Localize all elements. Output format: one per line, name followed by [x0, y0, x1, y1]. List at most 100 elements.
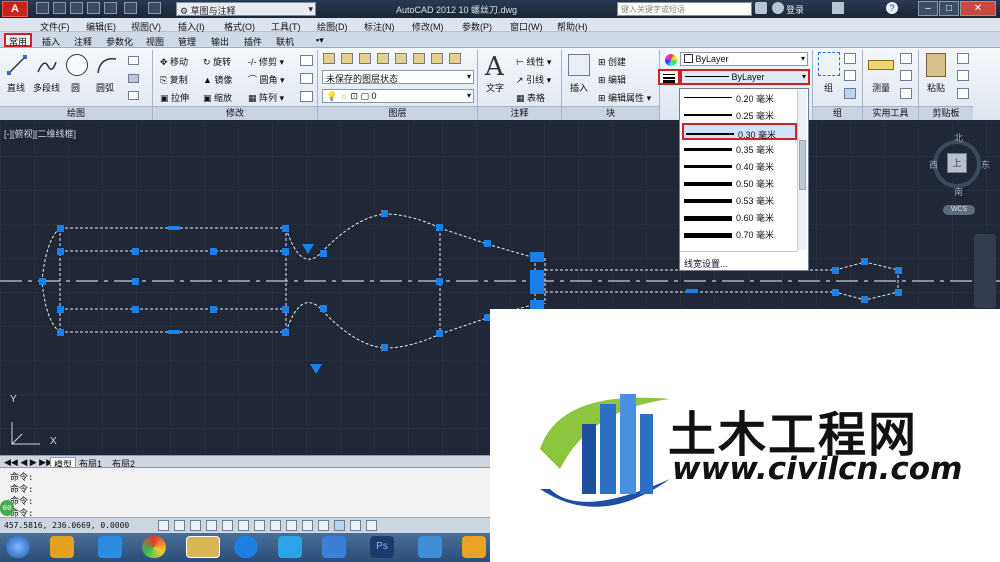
taskbar-app-icon[interactable]: [50, 536, 74, 558]
layer-icon-5[interactable]: [395, 53, 407, 64]
user-icon[interactable]: [772, 2, 784, 14]
color-select[interactable]: ByLayer ▾: [680, 52, 808, 66]
chrome-icon[interactable]: [142, 536, 166, 558]
viewcube-face[interactable]: 上: [947, 153, 967, 173]
lineweight-option-selected[interactable]: 0.30 毫米: [682, 123, 797, 140]
text-icon[interactable]: A: [485, 52, 504, 82]
paste-button[interactable]: 粘贴: [927, 81, 945, 94]
wcs-menu[interactable]: WCS: [943, 205, 975, 215]
tab-output[interactable]: 输出: [211, 35, 229, 48]
login-button[interactable]: 登录: [786, 3, 804, 16]
block-panel-footer[interactable]: 块: [562, 106, 659, 120]
redo-icon[interactable]: [148, 2, 161, 14]
match-props-icon[interactable]: [957, 88, 969, 99]
start-button[interactable]: [6, 536, 30, 558]
measure-icon[interactable]: [868, 60, 894, 70]
tab-overflow-icon[interactable]: ▪▾: [316, 35, 324, 46]
polyline-button[interactable]: 多段线: [33, 81, 60, 94]
layer-icon-2[interactable]: [341, 53, 353, 64]
scale-button[interactable]: ▣ 缩放: [203, 91, 232, 104]
layers-panel-footer[interactable]: 图层: [318, 106, 477, 120]
table-button[interactable]: ▦ 表格: [516, 91, 545, 104]
dyn-icon[interactable]: [286, 520, 297, 531]
help-icon[interactable]: ?: [886, 2, 898, 14]
lineweight-icon[interactable]: [658, 69, 680, 85]
linear-dim-button[interactable]: ⊢ 线性 ▾: [516, 55, 551, 68]
autocad-logo-icon[interactable]: A: [2, 1, 28, 17]
array-button[interactable]: ▦ 阵列 ▾: [248, 91, 284, 104]
qq-icon[interactable]: [278, 536, 302, 558]
edit-block-button[interactable]: ⊞ 编辑: [598, 73, 626, 86]
lineweight-settings-link[interactable]: 线宽设置...: [684, 257, 728, 270]
insert-block-icon[interactable]: [568, 54, 590, 76]
cut-icon[interactable]: [957, 53, 969, 64]
tab-home[interactable]: 常用: [4, 33, 33, 47]
lineweight-option[interactable]: 0.35 毫米: [682, 140, 797, 157]
tab-parametric[interactable]: 参数化: [106, 35, 133, 48]
sc-icon[interactable]: [350, 520, 361, 531]
grid-icon[interactable]: [174, 520, 185, 531]
tab-annotate[interactable]: 注释: [74, 35, 92, 48]
line-button[interactable]: 直线: [7, 81, 25, 94]
ortho-icon[interactable]: [190, 520, 201, 531]
annotation-panel-footer[interactable]: 注释: [478, 106, 561, 120]
print-icon[interactable]: [104, 2, 117, 14]
explode-icon[interactable]: [300, 73, 313, 84]
undo-icon[interactable]: [124, 2, 137, 14]
save-icon[interactable]: [70, 2, 83, 14]
tab-view[interactable]: 视图: [146, 35, 164, 48]
lineweight-option[interactable]: 0.70 毫米: [682, 225, 797, 242]
layer-icon-6[interactable]: [413, 53, 425, 64]
erase-icon[interactable]: [300, 55, 313, 66]
open-icon[interactable]: [53, 2, 66, 14]
compass-west[interactable]: 西: [929, 158, 938, 171]
draw-panel-footer[interactable]: 绘图: [0, 106, 152, 120]
create-block-button[interactable]: ⊞ 创建: [598, 55, 626, 68]
layer-icon-7[interactable]: [431, 53, 443, 64]
paste-icon[interactable]: [926, 53, 946, 77]
snap-icon[interactable]: [158, 520, 169, 531]
workspace-select[interactable]: ⚙ 草图与注释 ▾: [176, 2, 316, 16]
layer-select[interactable]: 💡 ☼ ⊡ ▢ 0 ▾: [322, 89, 474, 103]
close-button[interactable]: ✕: [960, 1, 996, 16]
polar-icon[interactable]: [206, 520, 217, 531]
tpy-icon[interactable]: [318, 520, 329, 531]
ungroup-icon[interactable]: [844, 53, 856, 64]
insert-button[interactable]: 插入: [570, 81, 588, 94]
clipboard-panel-footer[interactable]: 剪贴板: [919, 106, 973, 120]
lineweight-select[interactable]: ByLayer ▾: [680, 69, 810, 85]
osnap-icon[interactable]: [222, 520, 233, 531]
maximize-button[interactable]: □: [939, 1, 959, 16]
leader-button[interactable]: ↗ 引线 ▾: [516, 73, 551, 86]
arc-icon[interactable]: [96, 55, 118, 75]
text-button[interactable]: 文字: [486, 81, 504, 94]
line-icon[interactable]: [6, 54, 28, 76]
layer-properties-icon[interactable]: [323, 53, 335, 64]
rotate-button[interactable]: ↻ 旋转: [203, 55, 231, 68]
ducs-icon[interactable]: [270, 520, 281, 531]
modify-panel-footer[interactable]: 修改: [153, 106, 317, 120]
group-edit-icon[interactable]: [844, 70, 856, 81]
utility-icon-2[interactable]: [900, 70, 912, 81]
copy-clip-icon[interactable]: [957, 70, 969, 81]
lineweight-dropdown[interactable]: 0.20 毫米 0.25 毫米 0.30 毫米 0.35 毫米 0.40 毫米 …: [679, 88, 809, 271]
utility-icon-3[interactable]: [900, 88, 912, 99]
group-select-icon[interactable]: [844, 88, 856, 99]
minimize-button[interactable]: –: [918, 1, 938, 16]
lineweight-option[interactable]: 0.53 毫米: [682, 191, 797, 208]
search-input[interactable]: 键入关键字或短语: [617, 2, 752, 16]
lineweight-option[interactable]: 0.40 毫米: [682, 157, 797, 174]
hatch-icon[interactable]: [128, 74, 139, 83]
move-button[interactable]: ✥ 移动: [160, 55, 188, 68]
compass-south[interactable]: 南: [954, 185, 963, 198]
layer-state-select[interactable]: 未保存的图层状态 ▾: [322, 70, 474, 84]
saveas-icon[interactable]: [87, 2, 100, 14]
region-icon[interactable]: [128, 91, 139, 100]
offset-icon[interactable]: [300, 91, 313, 102]
qp-icon[interactable]: [334, 520, 345, 531]
layer-icon-4[interactable]: [377, 53, 389, 64]
arc-button[interactable]: 圆弧: [96, 81, 114, 94]
group-button[interactable]: 组: [824, 81, 833, 94]
bird-app-icon[interactable]: [418, 536, 442, 558]
layer-icon-3[interactable]: [359, 53, 371, 64]
